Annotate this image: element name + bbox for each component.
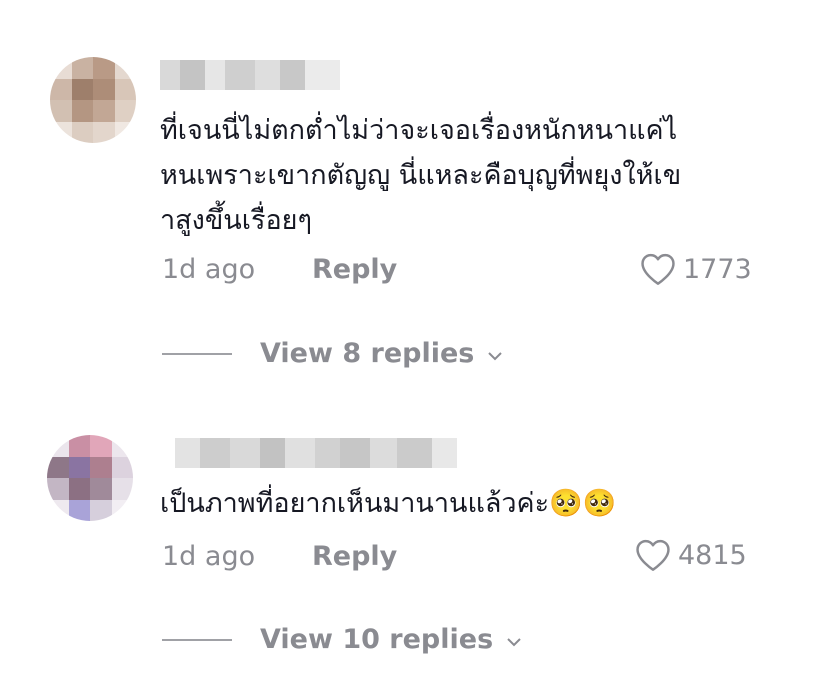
- chevron-down-icon[interactable]: [505, 624, 523, 655]
- comment-text-line: เป็นภาพที่อยากเห็นมานานแล้วค่ะ🥺🥺: [160, 488, 617, 519]
- view-replies-label[interactable]: View 8 replies: [260, 338, 474, 369]
- comment-item: เป็นภาพที่อยากเห็นมานานแล้วค่ะ🥺🥺 1d ago …: [0, 400, 820, 677]
- like-button[interactable]: 1773: [639, 252, 752, 286]
- view-replies-button[interactable]: View 10 replies: [162, 624, 523, 655]
- comment-text-line: หนเพราะเขากตัญญู นี่แหละคือบุญที่พยุงให้…: [160, 160, 682, 191]
- comment-text: เป็นภาพที่อยากเห็นมานานแล้วค่ะ🥺🥺: [160, 481, 616, 526]
- chevron-down-icon[interactable]: [486, 338, 504, 369]
- comment-timestamp: 1d ago: [162, 254, 256, 285]
- like-count: 4815: [678, 539, 747, 571]
- comment-text-line: ที่เจนนี่ไม่ตกต่ำไม่ว่าจะเจอเรื่องหนักหน…: [160, 115, 678, 146]
- username-redacted[interactable]: [175, 438, 457, 468]
- heart-outline-icon[interactable]: [639, 252, 677, 286]
- username-redacted[interactable]: [160, 60, 340, 90]
- like-button[interactable]: 4815: [634, 538, 747, 572]
- divider-line: [162, 638, 232, 641]
- like-count: 1773: [683, 253, 752, 285]
- view-replies-label[interactable]: View 10 replies: [260, 624, 493, 655]
- comment-text-line: าสูงขึ้นเรื่อยๆ: [160, 205, 313, 236]
- comment-meta: 1d ago: [162, 253, 255, 287]
- avatar[interactable]: [50, 57, 136, 143]
- view-replies-button[interactable]: View 8 replies: [162, 338, 504, 369]
- divider-line: [162, 352, 232, 355]
- heart-outline-icon[interactable]: [634, 538, 672, 572]
- comment-timestamp: 1d ago: [162, 541, 256, 572]
- comment-meta: 1d ago: [162, 540, 255, 574]
- comment-item: ที่เจนนี่ไม่ตกต่ำไม่ว่าจะเจอเรื่องหนักหน…: [0, 0, 820, 400]
- reply-button[interactable]: Reply: [312, 540, 397, 574]
- comment-text: ที่เจนนี่ไม่ตกต่ำไม่ว่าจะเจอเรื่องหนักหน…: [160, 108, 681, 243]
- reply-button[interactable]: Reply: [312, 253, 397, 287]
- avatar[interactable]: [47, 435, 133, 521]
